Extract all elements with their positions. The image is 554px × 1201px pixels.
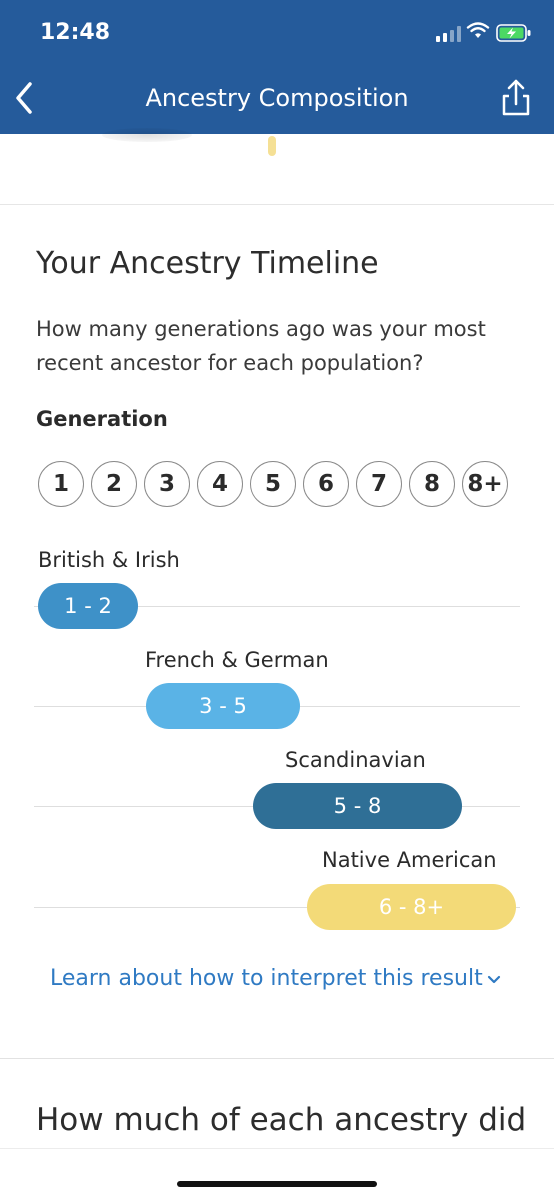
population-label-native-american: Native American — [322, 848, 497, 872]
generation-label: Generation — [36, 407, 168, 431]
range-pill-scandinavian[interactable]: 5 - 8 — [253, 783, 462, 829]
generation-1[interactable]: 1 — [38, 461, 84, 507]
status-bar: 12:48 — [0, 0, 554, 62]
section-divider — [0, 1058, 554, 1059]
navigation-bar: Ancestry Composition — [0, 62, 554, 134]
population-label-british-irish: British & Irish — [38, 548, 180, 572]
timeline-question: How many generations ago was your most r… — [36, 317, 486, 375]
generation-8-plus[interactable]: 8+ — [462, 461, 508, 507]
next-section-title: How much of each ancestry did — [36, 1102, 527, 1138]
chart-shadow — [102, 128, 192, 142]
generation-6[interactable]: 6 — [303, 461, 349, 507]
page-title: Ancestry Composition — [145, 84, 409, 112]
generation-8[interactable]: 8 — [409, 461, 455, 507]
share-icon — [502, 79, 530, 116]
battery-icon — [496, 24, 531, 42]
chart-fragment — [268, 136, 276, 156]
generation-7[interactable]: 7 — [356, 461, 402, 507]
learn-more-link[interactable]: Learn about how to interpret this result — [50, 966, 483, 991]
status-time: 12:48 — [40, 20, 111, 45]
generation-5[interactable]: 5 — [250, 461, 296, 507]
population-label-scandinavian: Scandinavian — [285, 748, 426, 772]
chevron-down-icon[interactable] — [486, 972, 502, 988]
generation-4[interactable]: 4 — [197, 461, 243, 507]
cellular-signal-icon — [436, 26, 461, 42]
share-button[interactable] — [494, 76, 538, 120]
previous-section-remnant — [0, 128, 554, 205]
generation-3[interactable]: 3 — [144, 461, 190, 507]
population-label-french-german: French & German — [145, 648, 329, 672]
section-title: Your Ancestry Timeline — [36, 246, 379, 281]
home-indicator[interactable] — [177, 1181, 377, 1187]
generation-2[interactable]: 2 — [91, 461, 137, 507]
range-pill-french-german[interactable]: 3 - 5 — [146, 683, 300, 729]
range-pill-british-irish[interactable]: 1 - 2 — [38, 583, 138, 629]
generation-scale: 1 2 3 4 5 6 7 8 8+ — [38, 461, 508, 507]
wifi-icon — [466, 22, 490, 38]
home-indicator-area — [0, 1148, 554, 1201]
range-pill-native-american[interactable]: 6 - 8+ — [307, 884, 516, 930]
